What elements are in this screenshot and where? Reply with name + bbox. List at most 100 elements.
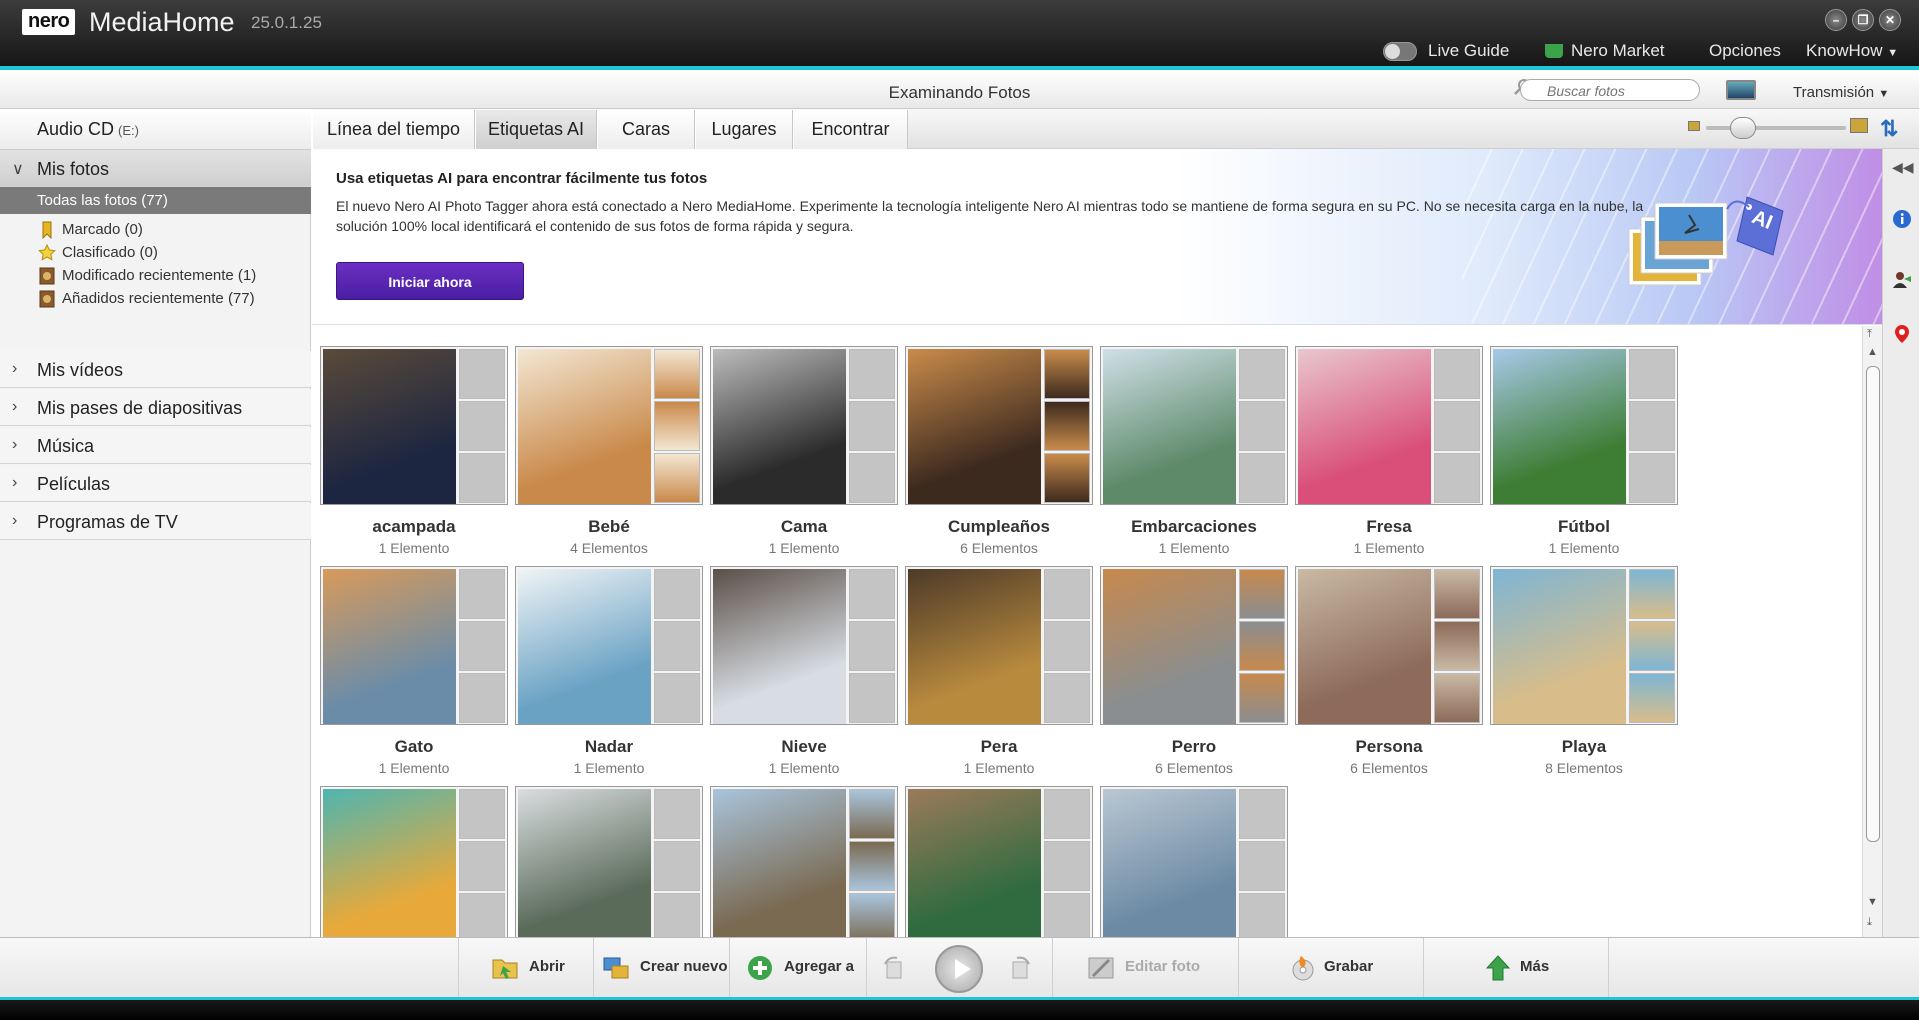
edit-photo-button[interactable]: Editar foto: [1052, 938, 1238, 1000]
collapse-panel-icon[interactable]: ◀◀: [1892, 159, 1914, 179]
album-count: 1 Elemento: [378, 760, 450, 776]
open-button[interactable]: Abrir: [458, 938, 593, 1000]
chevron-down-icon: ▼: [1887, 47, 1899, 59]
album-tile[interactable]: [320, 786, 508, 937]
album-tile[interactable]: Nieve 1 Elemento: [710, 566, 898, 776]
album-thumbnails[interactable]: [515, 786, 703, 937]
album-tile[interactable]: Embarcaciones 1 Elemento: [1100, 346, 1288, 556]
options-menu[interactable]: Opciones: [1709, 41, 1781, 61]
monitor-icon[interactable]: [1726, 80, 1756, 100]
album-tile[interactable]: Persona 6 Elementos: [1295, 566, 1483, 776]
scroll-top-icon[interactable]: ⤒: [1867, 328, 1872, 341]
album-side-thumb: [1629, 453, 1675, 503]
sidebar-item-tv[interactable]: › Programas de TV: [0, 503, 311, 540]
sidebar-item-audio-cd[interactable]: Audio CD (E:): [0, 109, 311, 150]
album-tile[interactable]: Pera 1 Elemento: [905, 566, 1093, 776]
live-guide-toggle[interactable]: [1383, 42, 1417, 61]
more-button[interactable]: Más: [1423, 938, 1608, 1000]
scroll-up-icon[interactable]: ▲: [1867, 346, 1878, 358]
album-thumbnails[interactable]: [1100, 566, 1288, 725]
album-thumbnails[interactable]: [320, 566, 508, 725]
vertical-scrollbar[interactable]: ⤒ ▲ ▼ ⤓: [1862, 326, 1882, 937]
scrollbar-thumb[interactable]: [1866, 366, 1880, 842]
album-tile[interactable]: Bebé 4 Elementos: [515, 346, 703, 556]
album-tile[interactable]: acampada 1 Elemento: [320, 346, 508, 556]
album-side-thumb: [1239, 569, 1285, 619]
album-tile[interactable]: [710, 786, 898, 937]
rotate-right-icon[interactable]: [1005, 954, 1033, 982]
tab-faces[interactable]: Caras: [597, 110, 695, 149]
add-to-button[interactable]: Agregar a: [729, 938, 866, 1000]
sidebar-item-label: Modificado recientemente (1): [62, 267, 257, 284]
tab-find[interactable]: Encontrar: [793, 110, 908, 149]
sidebar-item-all-photos[interactable]: Todas las fotos (77): [0, 187, 311, 214]
close-button[interactable]: ✕: [1879, 9, 1901, 31]
start-now-button[interactable]: Iniciar ahora: [336, 262, 524, 300]
album-side-thumb: [1629, 401, 1675, 451]
album-side-thumb: [1434, 673, 1480, 723]
tab-ai-tags[interactable]: Etiquetas AI: [475, 110, 597, 149]
sidebar-item-peliculas[interactable]: › Películas: [0, 465, 311, 502]
album-thumbnails[interactable]: [1490, 566, 1678, 725]
create-new-button[interactable]: Crear nuevo: [593, 938, 729, 1000]
zoom-slider-track[interactable]: [1706, 126, 1846, 130]
zoom-slider-handle[interactable]: [1730, 117, 1756, 139]
tab-timeline[interactable]: Línea del tiempo: [312, 110, 475, 149]
play-slideshow-button[interactable]: [935, 945, 983, 993]
info-icon[interactable]: [1892, 209, 1912, 229]
location-pin-icon[interactable]: [1892, 324, 1912, 344]
category-label: Películas: [37, 474, 111, 494]
sidebar-item-marcado[interactable]: Marcado (0): [30, 221, 143, 243]
minimize-button[interactable]: –: [1825, 9, 1847, 31]
transmision-menu[interactable]: Transmisión ▼: [1793, 84, 1889, 101]
sidebar-item-mis-videos[interactable]: › Mis vídeos: [0, 351, 311, 388]
live-guide-label[interactable]: Live Guide: [1428, 41, 1509, 61]
album-thumbnails[interactable]: [905, 786, 1093, 937]
album-thumbnails[interactable]: [905, 346, 1093, 505]
album-thumbnails[interactable]: [1490, 346, 1678, 505]
album-tile[interactable]: Playa 8 Elementos: [1490, 566, 1678, 776]
album-tile[interactable]: [1100, 786, 1288, 937]
face-tag-icon[interactable]: [1892, 269, 1912, 289]
album-thumbnails[interactable]: [1295, 346, 1483, 505]
sidebar-item-modificado[interactable]: Modificado recientemente (1): [30, 267, 256, 289]
album-tile[interactable]: Perro 6 Elementos: [1100, 566, 1288, 776]
album-thumbnails[interactable]: [710, 566, 898, 725]
nero-market-link[interactable]: Nero Market: [1571, 41, 1665, 61]
album-thumbnails[interactable]: [515, 346, 703, 505]
album-thumbnails[interactable]: [710, 346, 898, 505]
album-tile[interactable]: Nadar 1 Elemento: [515, 566, 703, 776]
restore-button[interactable]: ❐: [1852, 9, 1874, 31]
sort-icon[interactable]: ⇅: [1880, 116, 1898, 142]
album-tile[interactable]: [515, 786, 703, 937]
sidebar-item-mis-fotos[interactable]: ∨ Mis fotos: [0, 150, 311, 187]
sidebar-item-musica[interactable]: › Música: [0, 427, 311, 464]
album-tile[interactable]: Cumpleaños 6 Elementos: [905, 346, 1093, 556]
sidebar-item-diapositivas[interactable]: › Mis pases de diapositivas: [0, 389, 311, 426]
album-side-thumb: [1434, 453, 1480, 503]
album-thumbnails[interactable]: [1100, 346, 1288, 505]
scroll-down-icon[interactable]: ▼: [1867, 896, 1878, 908]
album-thumbnails[interactable]: [905, 566, 1093, 725]
album-tile[interactable]: Fútbol 1 Elemento: [1490, 346, 1678, 556]
sidebar-item-anadidos[interactable]: Añadidos recientemente (77): [30, 290, 255, 312]
album-side-thumb: [1629, 673, 1675, 723]
album-tile[interactable]: Cama 1 Elemento: [710, 346, 898, 556]
album-thumbnails[interactable]: [1295, 566, 1483, 725]
album-tile[interactable]: Gato 1 Elemento: [320, 566, 508, 776]
tab-places[interactable]: Lugares: [695, 110, 793, 149]
album-tile[interactable]: Fresa 1 Elemento: [1295, 346, 1483, 556]
scroll-bottom-icon[interactable]: ⤓: [1867, 916, 1872, 929]
rotate-left-icon[interactable]: [881, 954, 909, 982]
album-thumbnails[interactable]: [320, 786, 508, 937]
search-input[interactable]: [1520, 79, 1700, 101]
sidebar-item-clasificado[interactable]: Clasificado (0): [30, 244, 158, 266]
album-tile[interactable]: [905, 786, 1093, 937]
album-thumbnails[interactable]: [515, 566, 703, 725]
album-thumbnails[interactable]: [710, 786, 898, 937]
burn-button[interactable]: Grabar: [1238, 938, 1423, 1000]
more-label: Más: [1520, 958, 1550, 975]
knowhow-menu[interactable]: KnowHow ▼: [1806, 41, 1898, 61]
album-thumbnails[interactable]: [320, 346, 508, 505]
album-thumbnails[interactable]: [1100, 786, 1288, 937]
